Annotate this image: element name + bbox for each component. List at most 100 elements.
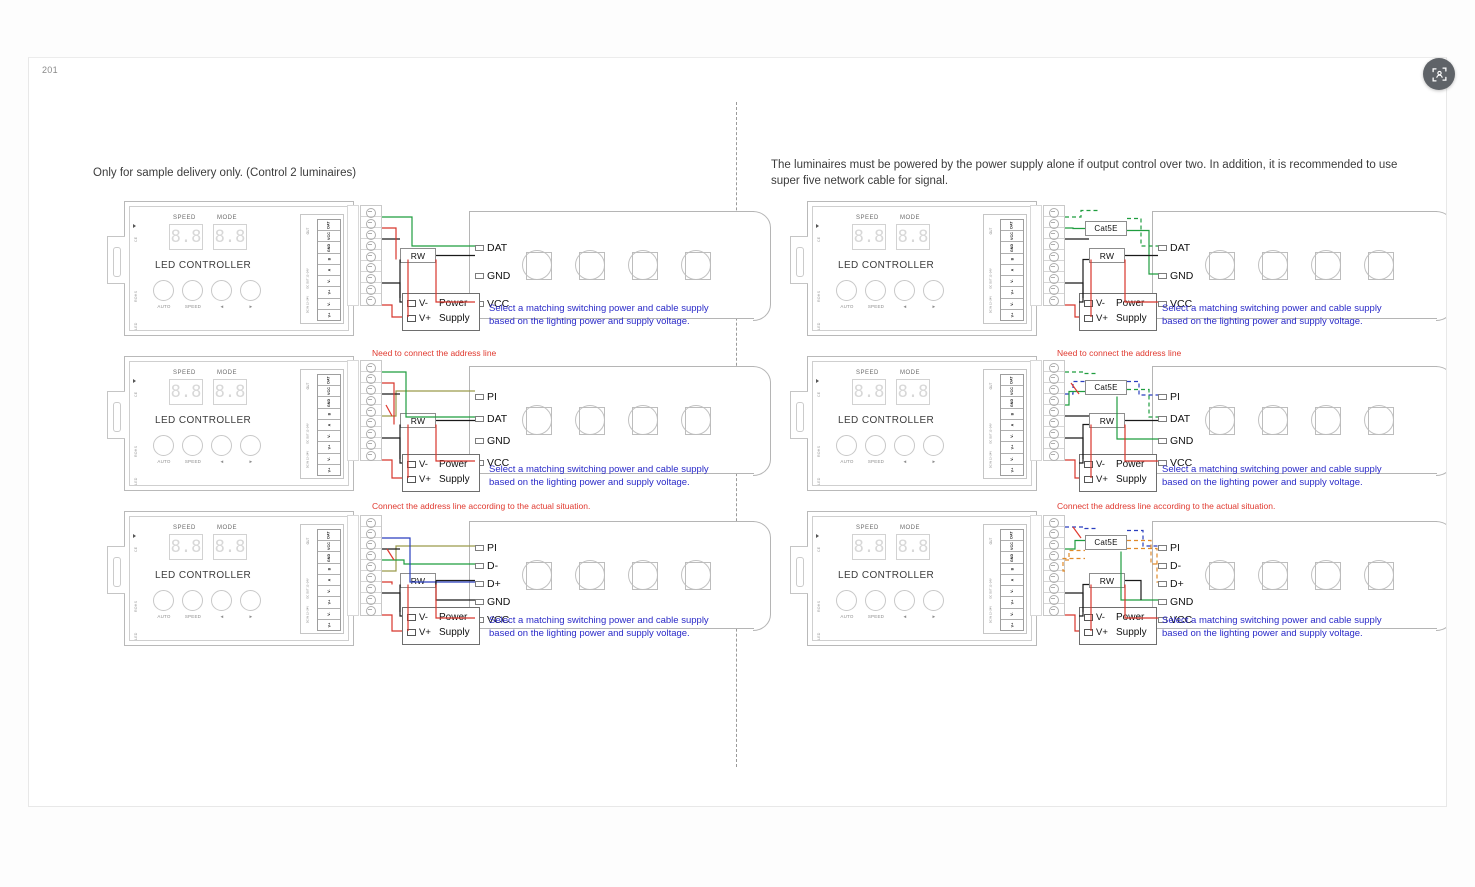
terminal-pin-V: V+	[1001, 442, 1023, 454]
connector-screw[interactable]	[1044, 449, 1064, 461]
controller-knob-label-0: AUTO	[840, 459, 854, 464]
terminal-pin-label: V-	[326, 434, 331, 439]
connector-screw[interactable]	[361, 294, 381, 306]
controller-knob-2[interactable]	[211, 590, 232, 611]
terminal-pin-V: V-	[1001, 299, 1023, 310]
connector-screw[interactable]	[361, 206, 381, 218]
controller-knob-1[interactable]	[865, 435, 886, 456]
controller-knob-2[interactable]	[211, 435, 232, 456]
connector-screw[interactable]	[1044, 206, 1064, 218]
connector-screw[interactable]	[361, 560, 381, 572]
connector-screw[interactable]	[361, 250, 381, 262]
connector-screw[interactable]	[1044, 516, 1064, 528]
connector-screw[interactable]	[361, 394, 381, 406]
connector-screw[interactable]	[1044, 571, 1064, 583]
controller-knob-3[interactable]	[240, 435, 261, 456]
terminal-pin-label: V+	[326, 467, 331, 473]
luminaire-pin-DAT: DAT	[475, 243, 507, 254]
connector-screw[interactable]	[1044, 228, 1064, 240]
controller-knob-1[interactable]	[182, 435, 203, 456]
connector-screw[interactable]	[361, 405, 381, 417]
connector-screw[interactable]	[361, 217, 381, 229]
connector-screw[interactable]	[1044, 383, 1064, 395]
controller-knob-3[interactable]	[240, 280, 261, 301]
connector-screw[interactable]	[361, 449, 381, 461]
connector-screw[interactable]	[361, 549, 381, 561]
connector-screw[interactable]	[361, 361, 381, 373]
luminaire-pin-GND: GND	[1158, 271, 1193, 282]
connector-screw[interactable]	[361, 438, 381, 450]
terminal-group-label-1: DC IN 12~24V	[306, 450, 310, 469]
connector-screw[interactable]	[361, 416, 381, 428]
connector-screw[interactable]	[361, 372, 381, 384]
terminal-pin-B: B	[1001, 254, 1023, 265]
connector-screw[interactable]	[361, 427, 381, 439]
controller-knob-2[interactable]	[894, 590, 915, 611]
terminal-pin-V: V+	[318, 310, 340, 320]
controller-knob-3[interactable]	[923, 590, 944, 611]
connector-screw[interactable]	[361, 272, 381, 284]
connector-screw[interactable]	[1044, 527, 1064, 539]
controller-knob-3[interactable]	[240, 590, 261, 611]
connector-screw[interactable]	[1044, 250, 1064, 262]
connector-screw[interactable]	[1044, 604, 1064, 616]
blue-note: Select a matching switching power and ca…	[1162, 615, 1402, 641]
psu-label-line1: Power	[439, 298, 468, 309]
psu-label-line1: Power	[439, 459, 468, 470]
connector-screw[interactable]	[361, 527, 381, 539]
controller-knob-2[interactable]	[211, 280, 232, 301]
luminaire-lamp-2	[628, 250, 658, 280]
controller-knob-1[interactable]	[865, 590, 886, 611]
connector-screw[interactable]	[1044, 394, 1064, 406]
controller-knob-3[interactable]	[923, 280, 944, 301]
connector-screw[interactable]	[1044, 272, 1064, 284]
controller-side-label-2: LED	[134, 632, 138, 640]
controller-knob-2[interactable]	[894, 435, 915, 456]
connector-screw[interactable]	[1044, 217, 1064, 229]
connector-screw[interactable]	[1044, 593, 1064, 605]
controller-knob-0[interactable]	[836, 280, 857, 301]
connector-screw[interactable]	[361, 239, 381, 251]
terminal-pin-label: V-	[326, 611, 331, 616]
connector-screw[interactable]	[1044, 361, 1064, 373]
controller-knob-0[interactable]	[153, 280, 174, 301]
connector-screw[interactable]	[1044, 560, 1064, 572]
connector-screw[interactable]	[361, 383, 381, 395]
controller-knob-3[interactable]	[923, 435, 944, 456]
connector-screw[interactable]	[361, 516, 381, 528]
connector-screw[interactable]	[361, 604, 381, 616]
controller-knob-1[interactable]	[182, 590, 203, 611]
luminaire-lamp-1	[1258, 405, 1288, 435]
connector-screw[interactable]	[1044, 283, 1064, 295]
connector-screw[interactable]	[1044, 427, 1064, 439]
connector-screw[interactable]	[361, 283, 381, 295]
connector-screw[interactable]	[1044, 549, 1064, 561]
controller-knob-0[interactable]	[836, 590, 857, 611]
connector-screw[interactable]	[361, 582, 381, 594]
connector-screw[interactable]	[361, 228, 381, 240]
connector-screw[interactable]	[1044, 438, 1064, 450]
luminaire-lamp-0	[522, 405, 552, 435]
connector-screw[interactable]	[1044, 294, 1064, 306]
scan-button[interactable]	[1423, 58, 1455, 90]
connector-screw[interactable]	[361, 593, 381, 605]
connector-screw[interactable]	[361, 571, 381, 583]
terminal-pin-V: V+	[318, 442, 340, 454]
controller-knob-1[interactable]	[182, 280, 203, 301]
connector-screw[interactable]	[1044, 416, 1064, 428]
controller-knob-1[interactable]	[865, 280, 886, 301]
connector-screw[interactable]	[1044, 582, 1064, 594]
pin-label: D-	[1170, 560, 1182, 572]
connector-screw[interactable]	[361, 538, 381, 550]
controller-knob-0[interactable]	[153, 435, 174, 456]
connector-screw[interactable]	[1044, 538, 1064, 550]
connector-screw[interactable]	[1044, 372, 1064, 384]
psu-negative-row: V-	[1084, 460, 1105, 470]
controller-knob-0[interactable]	[836, 435, 857, 456]
connector-screw[interactable]	[1044, 261, 1064, 273]
controller-knob-2[interactable]	[894, 280, 915, 301]
connector-screw[interactable]	[1044, 239, 1064, 251]
connector-screw[interactable]	[361, 261, 381, 273]
connector-screw[interactable]	[1044, 405, 1064, 417]
controller-knob-0[interactable]	[153, 590, 174, 611]
